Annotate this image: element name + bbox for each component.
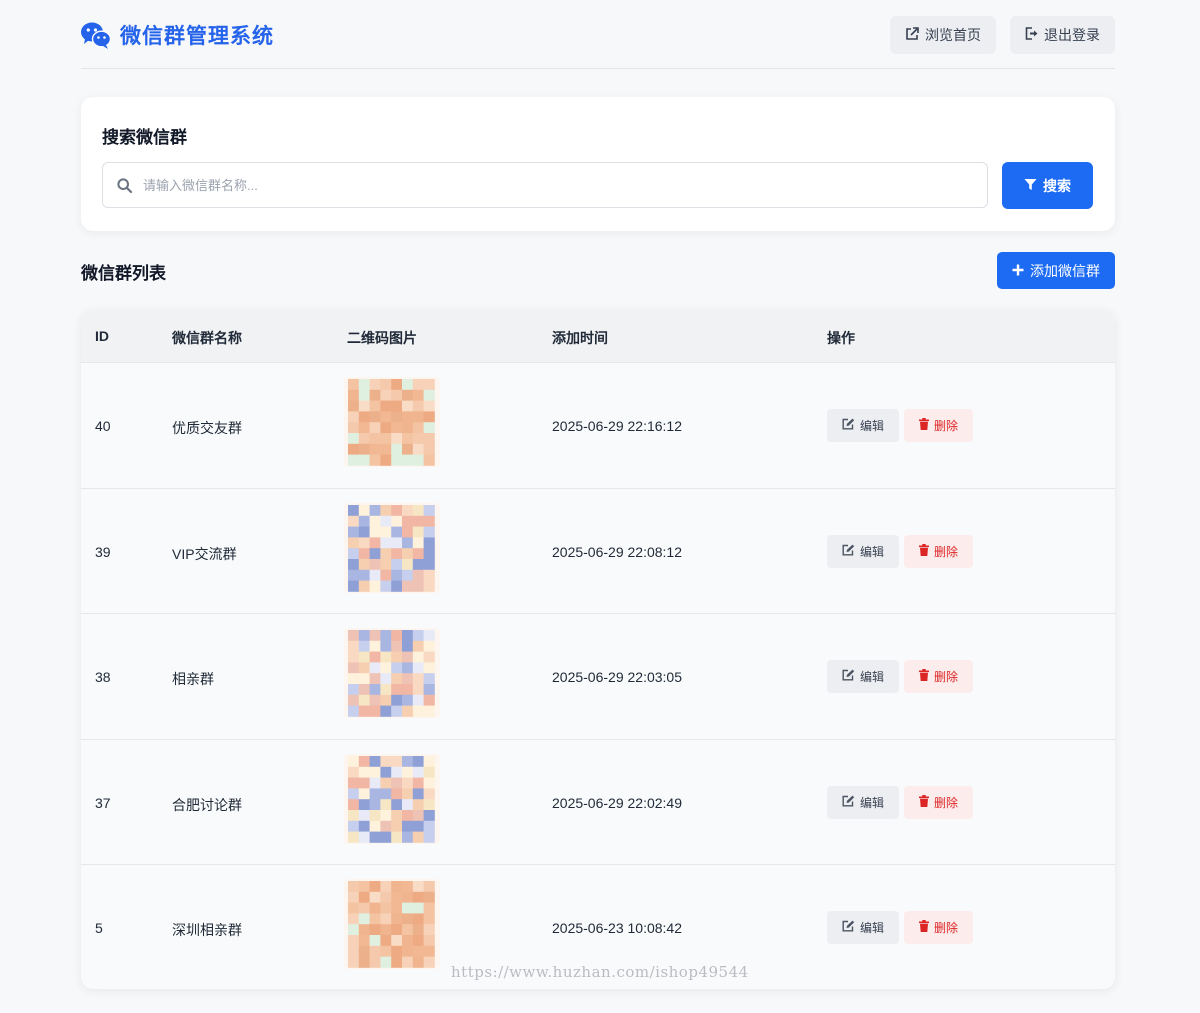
filter-icon bbox=[1024, 178, 1043, 194]
add-group-label: 添加微信群 bbox=[1030, 262, 1100, 279]
delete-button[interactable]: 删除 bbox=[904, 409, 973, 442]
delete-button[interactable]: 删除 bbox=[904, 911, 973, 944]
qr-code-image bbox=[344, 628, 440, 718]
column-header-actions: 操作 bbox=[827, 330, 855, 346]
delete-button[interactable]: 删除 bbox=[904, 660, 973, 693]
row-group-name: VIP交流群 bbox=[172, 545, 237, 562]
group-table: ID 微信群名称 二维码图片 添加时间 操作 40 优质交友群 2025-06-… bbox=[81, 310, 1115, 989]
plus-icon bbox=[1012, 263, 1030, 279]
column-header-qrcode: 二维码图片 bbox=[347, 330, 417, 346]
browse-home-label: 浏览首页 bbox=[925, 27, 981, 43]
table-row: 39 VIP交流群 2025-06-29 22:08:12 编辑 删除 bbox=[81, 488, 1115, 614]
table-header: ID 微信群名称 二维码图片 添加时间 操作 bbox=[81, 310, 1115, 363]
edit-icon bbox=[842, 920, 860, 935]
column-header-id: ID bbox=[95, 328, 109, 344]
row-id: 37 bbox=[95, 794, 111, 811]
row-added-time: 2025-06-29 22:16:12 bbox=[552, 418, 682, 434]
table-row: 37 合肥讨论群 2025-06-29 22:02:49 编辑 删除 bbox=[81, 739, 1115, 865]
search-button-label: 搜索 bbox=[1043, 177, 1071, 194]
qr-code-image bbox=[344, 753, 440, 844]
search-card: 搜索微信群 搜索 bbox=[81, 97, 1115, 231]
edit-icon bbox=[842, 795, 860, 810]
trash-icon bbox=[918, 669, 934, 684]
row-group-name: 深圳相亲群 bbox=[172, 922, 242, 938]
page: 微信群管理系统 浏览首页 退出登录 搜索微信群 请输入微信群名称... 搜索 微… bbox=[81, 0, 1115, 989]
edit-label: 编辑 bbox=[859, 419, 884, 433]
logout-label: 退出登录 bbox=[1044, 27, 1100, 43]
qr-code-image bbox=[344, 879, 440, 969]
search-box bbox=[102, 162, 988, 208]
row-group-name: 优质交友群 bbox=[172, 420, 242, 436]
delete-button[interactable]: 删除 bbox=[904, 785, 973, 819]
row-id: 39 bbox=[95, 543, 111, 560]
edit-button[interactable]: 编辑 bbox=[827, 785, 899, 819]
edit-icon bbox=[842, 418, 860, 433]
table-row: 40 优质交友群 2025-06-29 22:16:12 编辑 删除 bbox=[81, 363, 1115, 489]
edit-button[interactable]: 编辑 bbox=[827, 911, 899, 944]
edit-label: 编辑 bbox=[859, 670, 884, 684]
row-id: 5 bbox=[95, 920, 103, 936]
delete-label: 删除 bbox=[933, 921, 958, 935]
edit-label: 编辑 bbox=[859, 544, 884, 559]
edit-button[interactable]: 编辑 bbox=[827, 409, 899, 442]
row-added-time: 2025-06-23 10:08:42 bbox=[552, 920, 682, 936]
trash-icon bbox=[918, 794, 934, 810]
edit-button[interactable]: 编辑 bbox=[827, 534, 899, 568]
browse-home-button[interactable]: 浏览首页 bbox=[890, 16, 996, 54]
row-id: 40 bbox=[95, 418, 111, 434]
search-button[interactable]: 搜索 bbox=[1002, 162, 1093, 209]
edit-label: 编辑 bbox=[859, 795, 884, 810]
delete-label: 删除 bbox=[933, 419, 958, 433]
search-card-title: 搜索微信群 bbox=[102, 128, 187, 147]
delete-label: 删除 bbox=[933, 544, 958, 559]
delete-label: 删除 bbox=[933, 795, 958, 810]
list-title: 微信群列表 bbox=[81, 264, 166, 283]
delete-label: 删除 bbox=[933, 670, 958, 684]
row-group-name: 相亲群 bbox=[172, 671, 214, 687]
row-added-time: 2025-06-29 22:08:12 bbox=[552, 543, 682, 560]
edit-button[interactable]: 编辑 bbox=[827, 660, 899, 693]
table-row: 38 相亲群 2025-06-29 22:03:05 编辑 删除 bbox=[81, 614, 1115, 740]
row-added-time: 2025-06-29 22:02:49 bbox=[552, 794, 682, 811]
top-header: 微信群管理系统 浏览首页 退出登录 bbox=[81, 0, 1115, 69]
table-body: 40 优质交友群 2025-06-29 22:16:12 编辑 删除 39 VI… bbox=[81, 363, 1115, 989]
edit-icon bbox=[842, 544, 860, 559]
row-id: 38 bbox=[95, 669, 111, 685]
trash-icon bbox=[918, 418, 934, 433]
row-group-name: 合肥讨论群 bbox=[172, 796, 242, 813]
brand: 微信群管理系统 bbox=[81, 20, 274, 50]
trash-icon bbox=[918, 543, 934, 559]
logout-button[interactable]: 退出登录 bbox=[1010, 16, 1115, 54]
row-added-time: 2025-06-29 22:03:05 bbox=[552, 669, 682, 685]
external-link-icon bbox=[905, 26, 925, 44]
qr-code-image bbox=[344, 377, 440, 467]
edit-label: 编辑 bbox=[859, 921, 884, 935]
watermark: https://www.huzhan.com/ishop49544 bbox=[451, 963, 749, 981]
wechat-icon bbox=[81, 22, 111, 49]
column-header-name: 微信群名称 bbox=[172, 330, 242, 346]
sign-out-icon bbox=[1025, 27, 1044, 43]
app-title: 微信群管理系统 bbox=[120, 25, 274, 48]
trash-icon bbox=[918, 920, 934, 935]
column-header-time: 添加时间 bbox=[552, 330, 608, 346]
edit-icon bbox=[842, 669, 860, 684]
qr-code-image bbox=[344, 502, 440, 593]
delete-button[interactable]: 删除 bbox=[904, 534, 973, 568]
add-group-button[interactable]: 添加微信群 bbox=[997, 252, 1115, 289]
search-input[interactable] bbox=[143, 163, 973, 207]
